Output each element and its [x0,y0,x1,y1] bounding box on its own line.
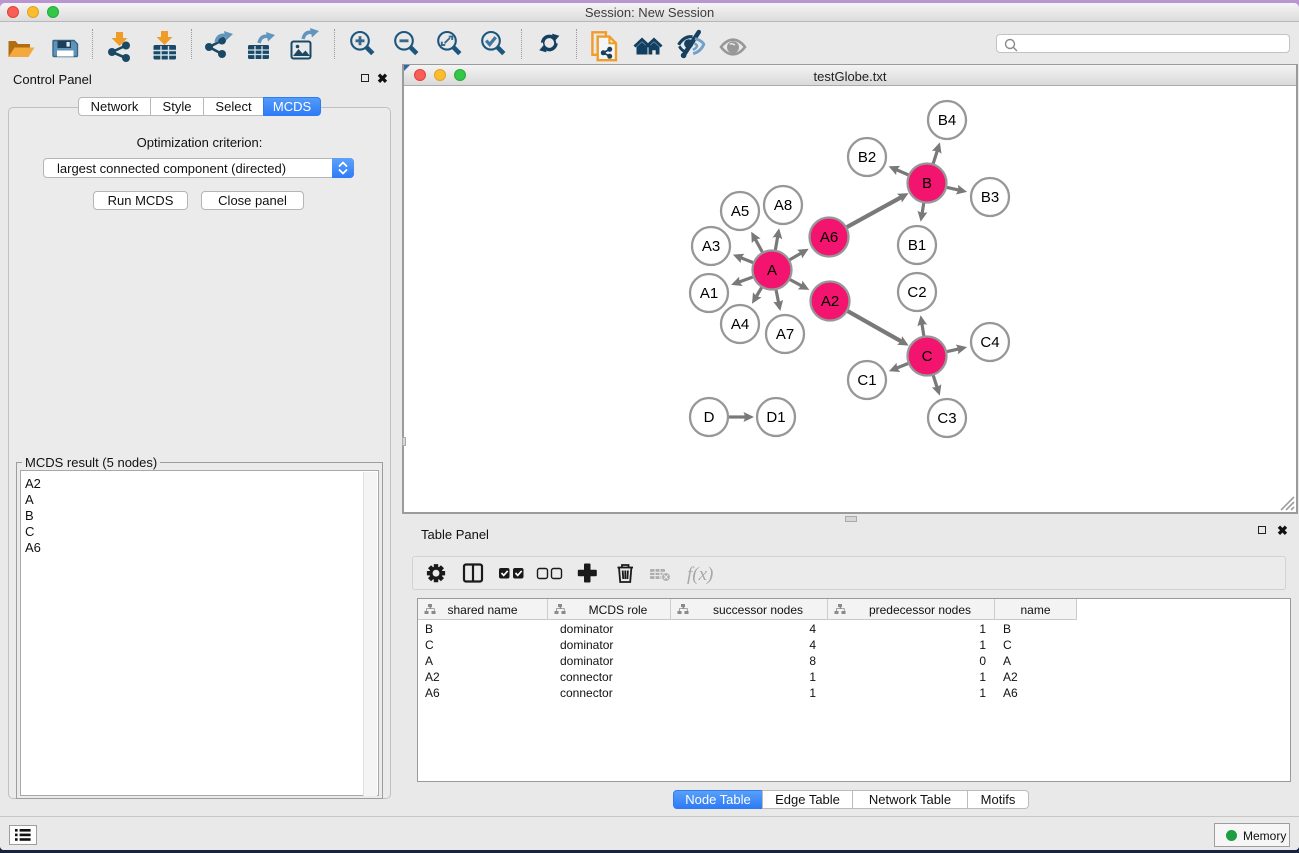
svg-text:f(x): f(x) [687,564,713,585]
svg-text:C: C [922,348,933,365]
svg-text:D: D [704,409,715,426]
svg-text:D1: D1 [766,409,785,426]
svg-text:A8: A8 [774,197,792,214]
svg-text:C3: C3 [937,410,956,427]
svg-text:B3: B3 [981,189,999,206]
svg-text:C1: C1 [857,372,876,389]
svg-text:B4: B4 [938,112,956,129]
svg-text:A: A [767,262,777,279]
svg-text:B1: B1 [908,237,926,254]
svg-text:A5: A5 [731,203,749,220]
svg-text:C4: C4 [980,334,999,351]
svg-text:A4: A4 [731,316,749,333]
svg-text:A3: A3 [702,238,720,255]
svg-text:A6: A6 [820,229,838,246]
svg-text:B2: B2 [858,149,876,166]
svg-text:B: B [922,175,932,192]
svg-text:A7: A7 [776,326,794,343]
svg-text:A2: A2 [821,293,839,310]
svg-text:C2: C2 [907,284,926,301]
svg-text:A1: A1 [700,285,718,302]
